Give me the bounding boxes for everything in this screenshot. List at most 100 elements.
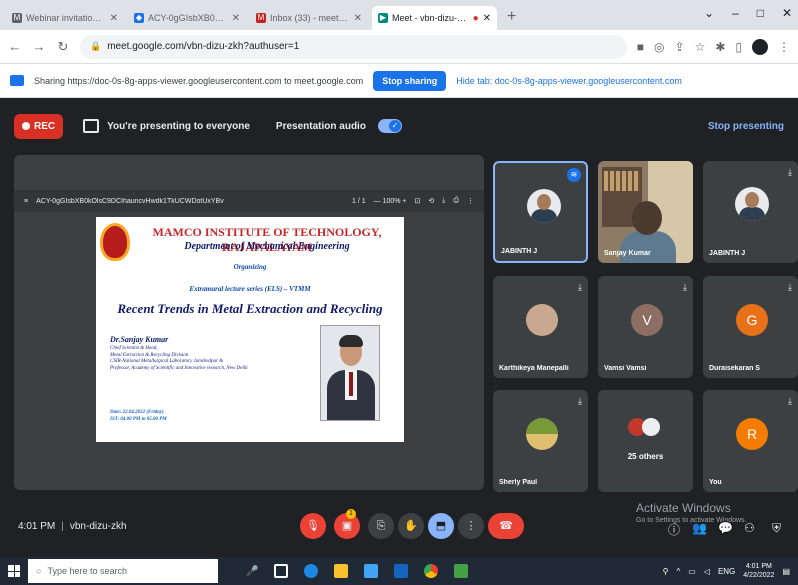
reload-icon[interactable]: ↻ — [56, 39, 70, 55]
browser-tab-1[interactable]: M Webinar invitation for "Recent T... ✕ — [6, 6, 124, 30]
address-bar: ← → ↻ 🔒 meet.google.com/vbn-dizu-zkh?aut… — [0, 30, 798, 64]
network-icon[interactable]: ▭ — [688, 567, 696, 576]
sidepanel-icon[interactable]: ▯ — [735, 40, 742, 54]
recording-badge[interactable]: REC — [14, 113, 64, 139]
pin-icon[interactable]: ⤓ — [788, 167, 792, 178]
share-icon[interactable]: ⇪ — [675, 40, 685, 54]
people-icon[interactable]: 👥 — [692, 521, 707, 535]
lock-icon[interactable]: 🔒 — [90, 41, 101, 52]
menu-icon[interactable]: ≡ — [24, 198, 28, 205]
participant-name: Karthikeya Manepalli — [499, 365, 569, 372]
notifications-icon[interactable]: ▤ — [782, 567, 790, 576]
volume-icon[interactable]: ◁ — [704, 567, 710, 576]
avatar — [735, 187, 769, 221]
fit-page-icon[interactable]: ⊡ — [415, 197, 421, 205]
language-indicator[interactable]: ENG — [718, 567, 735, 576]
close-icon[interactable]: ✕ — [483, 13, 491, 24]
participant-tile[interactable]: ⤓ G Duraisekaran S — [703, 276, 798, 378]
new-tab-button[interactable]: + — [507, 8, 516, 26]
location-icon[interactable]: ◎ — [654, 40, 664, 54]
chat-icon[interactable]: 💬 — [718, 521, 733, 535]
pdf-toolbar: ≡ ACY-0gGIsbXB0kOlsC9DCIhauncvHwdk1TkUCW… — [14, 190, 484, 212]
tray-overflow-icon[interactable]: ^ — [676, 567, 680, 576]
url-field[interactable]: 🔒 meet.google.com/vbn-dizu-zkh?authuser=… — [80, 34, 627, 59]
profile-avatar[interactable] — [752, 38, 768, 55]
mic-off-button[interactable]: 🎙 — [300, 513, 326, 539]
participant-tile[interactable]: Sanjay Kumar — [598, 161, 693, 263]
file-explorer-icon[interactable] — [334, 564, 349, 578]
tab-search-icon[interactable]: ⌄ — [704, 6, 714, 20]
browser-tab-3[interactable]: M Inbox (33) - meetsangita@rdtp... ✕ — [250, 6, 368, 30]
captions-button[interactable]: ⎘ — [368, 513, 394, 539]
hide-tab-link[interactable]: Hide tab: doc-0s-8g-apps-viewer.googleus… — [456, 76, 682, 86]
maximize-button[interactable]: □ — [757, 6, 764, 20]
speaker-photo — [320, 325, 380, 421]
meet-controls-bar: 4:01 PM | vbn-dizu-zkh 🎙 ▣ 1 ⎘ ✋ ⬒ ⋮ ☎ Act… — [0, 495, 798, 557]
participant-tile[interactable]: ≋ JABINTH J — [493, 161, 588, 263]
browser-tab-2[interactable]: ◆ ACY-0gGIsbXB0kOlsC9DCI... ✕ — [128, 6, 246, 30]
rotate-icon[interactable]: ⟲ — [428, 197, 434, 205]
participant-tile[interactable]: ⤓ V Vamsi Vamsi — [598, 276, 693, 378]
avatar — [527, 189, 561, 223]
forward-icon[interactable]: → — [32, 39, 46, 54]
taskbar-search[interactable]: ○ Type here to search — [28, 559, 218, 583]
meeting-details-icon[interactable]: ⓘ — [668, 521, 680, 538]
task-view-icon[interactable] — [274, 564, 289, 578]
leave-call-button[interactable]: ☎ — [488, 513, 524, 539]
mail-icon[interactable] — [394, 564, 409, 578]
host-controls-icon[interactable]: ⛨ — [772, 521, 781, 536]
pdf-page-info: 1 / 1 — [352, 197, 366, 205]
speaker-designation: Chief Scientist & Head, Metal Extraction… — [110, 346, 310, 372]
meet-top-bar: REC You're presenting to everyone Presen… — [0, 98, 798, 154]
browser-tab-meet[interactable]: ▶ Meet - vbn-dizu-zkh ● ✕ — [372, 6, 497, 30]
close-icon[interactable]: ✕ — [110, 13, 118, 24]
presenting-status: You're presenting to everyone — [107, 120, 250, 132]
stop-sharing-button[interactable]: Stop sharing — [373, 70, 447, 91]
avatar — [526, 418, 558, 450]
menu-kebab-icon[interactable]: ⋮ — [778, 40, 790, 54]
gmail-favicon-icon: M — [12, 13, 22, 23]
participant-tile[interactable]: ⤓ Karthikeya Manepalli — [493, 276, 588, 378]
close-window-button[interactable]: ✕ — [782, 6, 792, 20]
start-button[interactable] — [0, 557, 28, 585]
back-icon[interactable]: ← — [8, 39, 22, 54]
search-placeholder: Type here to search — [47, 566, 127, 576]
people-tray-icon[interactable]: ⚲ — [663, 567, 669, 576]
app-icon[interactable] — [454, 564, 469, 578]
pin-icon[interactable]: ⤓ — [788, 282, 792, 293]
pdf-zoom[interactable]: — 100% + — [374, 198, 407, 205]
close-icon[interactable]: ✕ — [232, 13, 240, 24]
pin-icon[interactable]: ⤓ — [683, 282, 687, 293]
minimize-button[interactable]: – — [732, 6, 739, 20]
pin-icon[interactable]: ⤓ — [788, 396, 792, 407]
check-icon: ✓ — [388, 120, 401, 132]
stop-presenting-button[interactable]: Stop presenting — [708, 121, 784, 132]
edge-icon[interactable] — [304, 564, 319, 578]
more-options-button[interactable]: ⋮ — [458, 513, 484, 539]
participant-tile[interactable]: ⤓ JABINTH J — [703, 161, 798, 263]
presentation-audio-toggle[interactable]: ✓ — [377, 119, 402, 133]
participant-tile-self[interactable]: ⤓ R You — [703, 390, 798, 492]
pin-icon[interactable]: ⤓ — [578, 282, 582, 293]
present-now-button[interactable]: ⬒ — [428, 513, 454, 539]
print-icon[interactable]: ⎙ — [453, 197, 459, 205]
close-icon[interactable]: ✕ — [354, 13, 362, 24]
activities-icon[interactable]: ⚇ — [744, 521, 755, 535]
participant-tile[interactable]: 25 others — [598, 390, 693, 492]
store-icon[interactable] — [364, 564, 379, 578]
others-count: 25 others — [627, 452, 664, 461]
organizing-label: Organizing — [233, 263, 267, 271]
system-tray: ⚲ ^ ▭ ◁ ENG 4:01 PM 4/22/2022 ▤ — [663, 562, 798, 580]
camera-indicator-icon[interactable]: ■ — [637, 40, 644, 54]
present-screen-icon — [83, 119, 100, 133]
pin-icon[interactable]: ⤓ — [578, 396, 582, 407]
chrome-icon[interactable] — [424, 564, 439, 578]
download-icon[interactable]: ⤓ — [442, 197, 445, 205]
system-clock[interactable]: 4:01 PM 4/22/2022 — [743, 562, 774, 580]
participant-tile[interactable]: ⤓ Sherly Paul — [493, 390, 588, 492]
raise-hand-button[interactable]: ✋ — [398, 513, 424, 539]
microphone-icon[interactable]: 🎤 — [246, 566, 258, 577]
bookmark-star-icon[interactable]: ☆ — [695, 40, 706, 54]
more-options-icon[interactable]: ⋮ — [467, 197, 474, 205]
extensions-icon[interactable]: ✱ — [715, 40, 725, 54]
